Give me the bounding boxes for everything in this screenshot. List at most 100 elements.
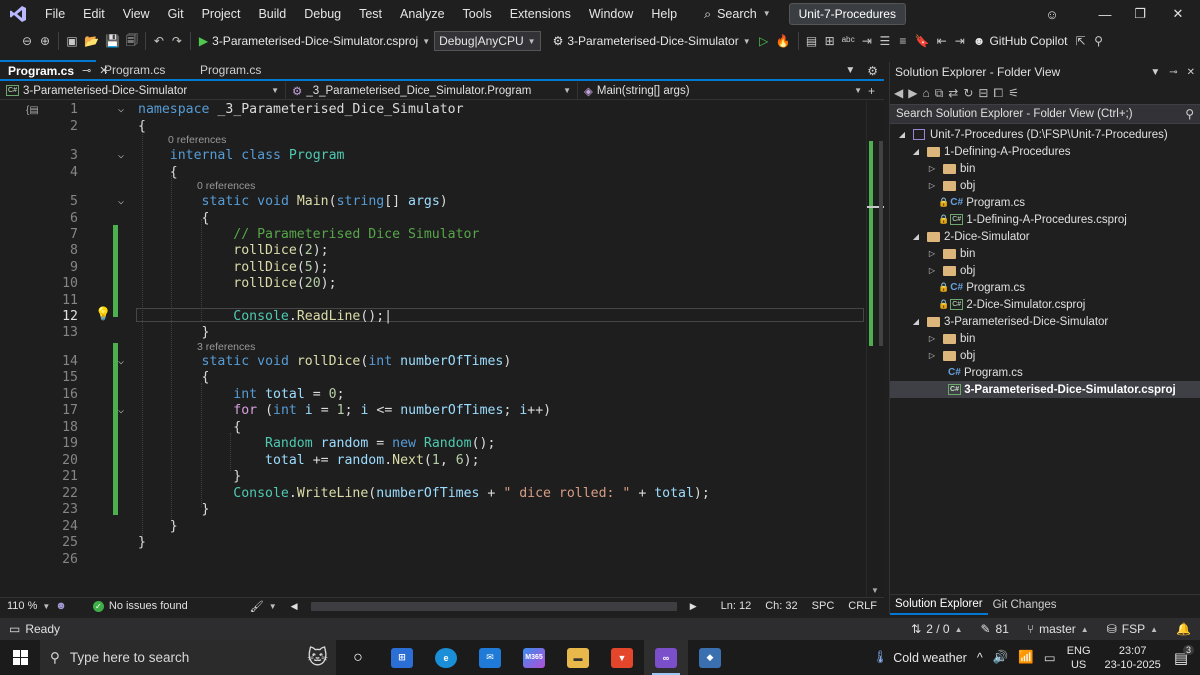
scroll-right-icon[interactable]: ▶ bbox=[683, 601, 704, 612]
line-ending-indicator[interactable]: CRLF bbox=[841, 600, 884, 612]
collapsed-arrow-icon[interactable]: ▷ bbox=[926, 266, 938, 275]
tree-item-file[interactable]: C# Program.cs bbox=[890, 364, 1200, 381]
forward-icon[interactable]: ▶ bbox=[908, 86, 917, 100]
spellcheck-icon[interactable]: ᵃᵇᶜ bbox=[839, 30, 858, 52]
visual-studio-logo-icon[interactable] bbox=[0, 0, 36, 28]
close-window-button[interactable]: ✕ bbox=[1158, 0, 1198, 28]
horizontal-scrollbar[interactable] bbox=[310, 601, 677, 611]
save-icon[interactable]: 💾 bbox=[102, 30, 123, 52]
menu-item-project[interactable]: Project bbox=[193, 0, 250, 28]
menu-item-test[interactable]: Test bbox=[350, 0, 391, 28]
tree-item-folder[interactable]: ▷ bin bbox=[890, 245, 1200, 262]
layout-icon[interactable]: ▤ bbox=[803, 30, 821, 52]
tree-item-folder[interactable]: ▷ obj bbox=[890, 177, 1200, 194]
scroll-left-icon[interactable]: ◀ bbox=[284, 601, 305, 612]
open-file-icon[interactable]: 📂 bbox=[81, 30, 102, 52]
tree-item-folder[interactable]: ◢ 3-Parameterised-Dice-Simulator bbox=[890, 313, 1200, 330]
volume-icon[interactable]: 🔊 bbox=[988, 650, 1014, 665]
search-menu[interactable]: ⌕ Search ▼ bbox=[694, 0, 781, 28]
codelens-references[interactable]: 0 references bbox=[197, 180, 255, 192]
branch-selector[interactable]: ⑂ master ▲ bbox=[1018, 622, 1098, 636]
sync-icon[interactable]: ⇄ bbox=[948, 86, 958, 100]
show-hidden-icons-button[interactable]: ^ bbox=[972, 651, 988, 665]
bookmark-prev-icon[interactable]: ⇤ bbox=[933, 30, 951, 52]
back-icon[interactable]: ◀ bbox=[894, 86, 903, 100]
tree-item-file[interactable]: 🔒 C# Program.cs bbox=[890, 194, 1200, 211]
menu-item-help[interactable]: Help bbox=[642, 0, 686, 28]
menu-item-build[interactable]: Build bbox=[249, 0, 295, 28]
taskbar-app-visual-studio[interactable]: ∞ bbox=[644, 640, 688, 675]
copilot-status-icon[interactable]: ☻ bbox=[55, 600, 67, 612]
menu-item-git[interactable]: Git bbox=[159, 0, 193, 28]
bookmark-next-icon[interactable]: ⇥ bbox=[951, 30, 969, 52]
tab-program-cs[interactable]: Program.cs bbox=[96, 60, 192, 79]
taskbar-app-brave[interactable]: ▼ bbox=[600, 640, 644, 675]
task-view-button[interactable]: ○ bbox=[336, 640, 380, 675]
tree-item-folder[interactable]: ▷ obj bbox=[890, 262, 1200, 279]
notification-center-button[interactable]: ▤ 3 bbox=[1169, 644, 1200, 667]
scroll-down-icon[interactable]: ▼ bbox=[871, 586, 879, 595]
language-indicator[interactable]: ENG US bbox=[1061, 644, 1097, 672]
menu-item-edit[interactable]: Edit bbox=[74, 0, 114, 28]
project-dropdown[interactable]: C# 3-Parameterised-Dice-Simulator ▼ bbox=[0, 81, 286, 100]
tree-item-folder[interactable]: ▷ bin bbox=[890, 160, 1200, 177]
search-icon[interactable]: ⚲ bbox=[1185, 107, 1194, 121]
undo-icon[interactable]: ↶ bbox=[150, 30, 168, 52]
tree-item-file[interactable]: 🔒 C# 2-Dice-Simulator.csproj bbox=[890, 296, 1200, 313]
properties-icon[interactable]: ⚟ bbox=[1008, 86, 1019, 100]
tree-item-folder[interactable]: ▷ bin bbox=[890, 330, 1200, 347]
add-navbar-icon[interactable]: + bbox=[868, 84, 875, 98]
expanded-arrow-icon[interactable]: ◢ bbox=[910, 317, 922, 326]
start-without-debugging-icon[interactable]: ▷ bbox=[755, 30, 773, 52]
collapsed-arrow-icon[interactable]: ▷ bbox=[926, 351, 938, 360]
show-all-files-icon[interactable]: ⧠ bbox=[993, 86, 1003, 101]
taskbar-app-dev-tool[interactable]: ◆ bbox=[688, 640, 732, 675]
clock[interactable]: 23:07 23-10-2025 bbox=[1097, 644, 1169, 672]
collapse-all-icon[interactable]: ⊟ bbox=[978, 86, 988, 100]
collapse-icon[interactable]: ⌵ bbox=[118, 353, 124, 370]
repository-selector[interactable]: ⛁ FSP ▲ bbox=[1098, 622, 1167, 636]
whitespace-indicator[interactable]: SPC bbox=[805, 600, 842, 612]
comment-icon[interactable]: ≡ bbox=[894, 30, 912, 52]
vertical-scrollbar[interactable]: ▼ bbox=[866, 101, 884, 597]
codelens-references[interactable]: 3 references bbox=[197, 341, 255, 353]
expanded-arrow-icon[interactable]: ◢ bbox=[910, 147, 922, 156]
refresh-icon[interactable]: ↻ bbox=[963, 86, 973, 100]
taskbar-app-edge[interactable]: e bbox=[424, 640, 468, 675]
collapsed-arrow-icon[interactable]: ▷ bbox=[926, 334, 938, 343]
column-indicator[interactable]: Ch: 32 bbox=[758, 600, 804, 612]
menu-item-tools[interactable]: Tools bbox=[454, 0, 501, 28]
tree-item-solution[interactable]: ◢ Unit-7-Procedures (D:\FSP\Unit-7-Proce… bbox=[890, 126, 1200, 143]
home-icon[interactable]: ⌂ bbox=[922, 86, 929, 100]
collapsed-arrow-icon[interactable]: ▷ bbox=[926, 181, 938, 190]
solution-name-badge[interactable]: Unit-7-Procedures bbox=[788, 3, 906, 25]
expanded-arrow-icon[interactable]: ◢ bbox=[896, 130, 908, 139]
tree-item-file[interactable]: 🔒 C# Program.cs bbox=[890, 279, 1200, 296]
start-button[interactable] bbox=[0, 640, 40, 675]
notifications-icon[interactable]: 🔔 bbox=[1167, 622, 1200, 636]
feedback-icon[interactable]: ⚲ bbox=[1089, 30, 1107, 52]
taskbar-app-m365[interactable]: M365 bbox=[512, 640, 556, 675]
navigate-back-icon[interactable]: ⊖ bbox=[18, 30, 36, 52]
menu-item-debug[interactable]: Debug bbox=[295, 0, 350, 28]
tree-item-folder[interactable]: ◢ 2-Dice-Simulator bbox=[890, 228, 1200, 245]
restore-button[interactable]: ❐ bbox=[1120, 0, 1160, 28]
pin-icon[interactable]: ⊸ bbox=[82, 64, 91, 77]
configuration-dropdown[interactable]: Debug|AnyCPU ▼ bbox=[434, 31, 541, 51]
code-editor[interactable]: {▤ 💡 0 references 0 references 3 referen… bbox=[0, 101, 884, 597]
menu-item-file[interactable]: File bbox=[36, 0, 74, 28]
zoom-dropdown[interactable]: 110 % ▼ ☻ bbox=[0, 600, 74, 612]
menu-item-extensions[interactable]: Extensions bbox=[501, 0, 580, 28]
taskbar-search-box[interactable]: ⚲ Type here to search 🐱 bbox=[40, 640, 336, 675]
settings-icon[interactable]: ⚙ bbox=[867, 64, 884, 78]
collapsed-arrow-icon[interactable]: ▷ bbox=[926, 164, 938, 173]
account-icon[interactable]: ☺ bbox=[1032, 0, 1072, 28]
collapsed-arrow-icon[interactable]: ▷ bbox=[926, 249, 938, 258]
step-icon[interactable]: ⇥ bbox=[858, 30, 876, 52]
codelens-references[interactable]: 0 references bbox=[168, 134, 226, 146]
commit-status[interactable]: ⇅ 2 / 0 ▲ bbox=[902, 622, 971, 636]
run-target-dropdown[interactable]: ⚙ 3-Parameterised-Dice-Simulator ▼ bbox=[549, 34, 755, 48]
redo-icon[interactable]: ↷ bbox=[168, 30, 186, 52]
menu-item-view[interactable]: View bbox=[114, 0, 159, 28]
tab-solution-explorer[interactable]: Solution Explorer bbox=[890, 595, 988, 615]
